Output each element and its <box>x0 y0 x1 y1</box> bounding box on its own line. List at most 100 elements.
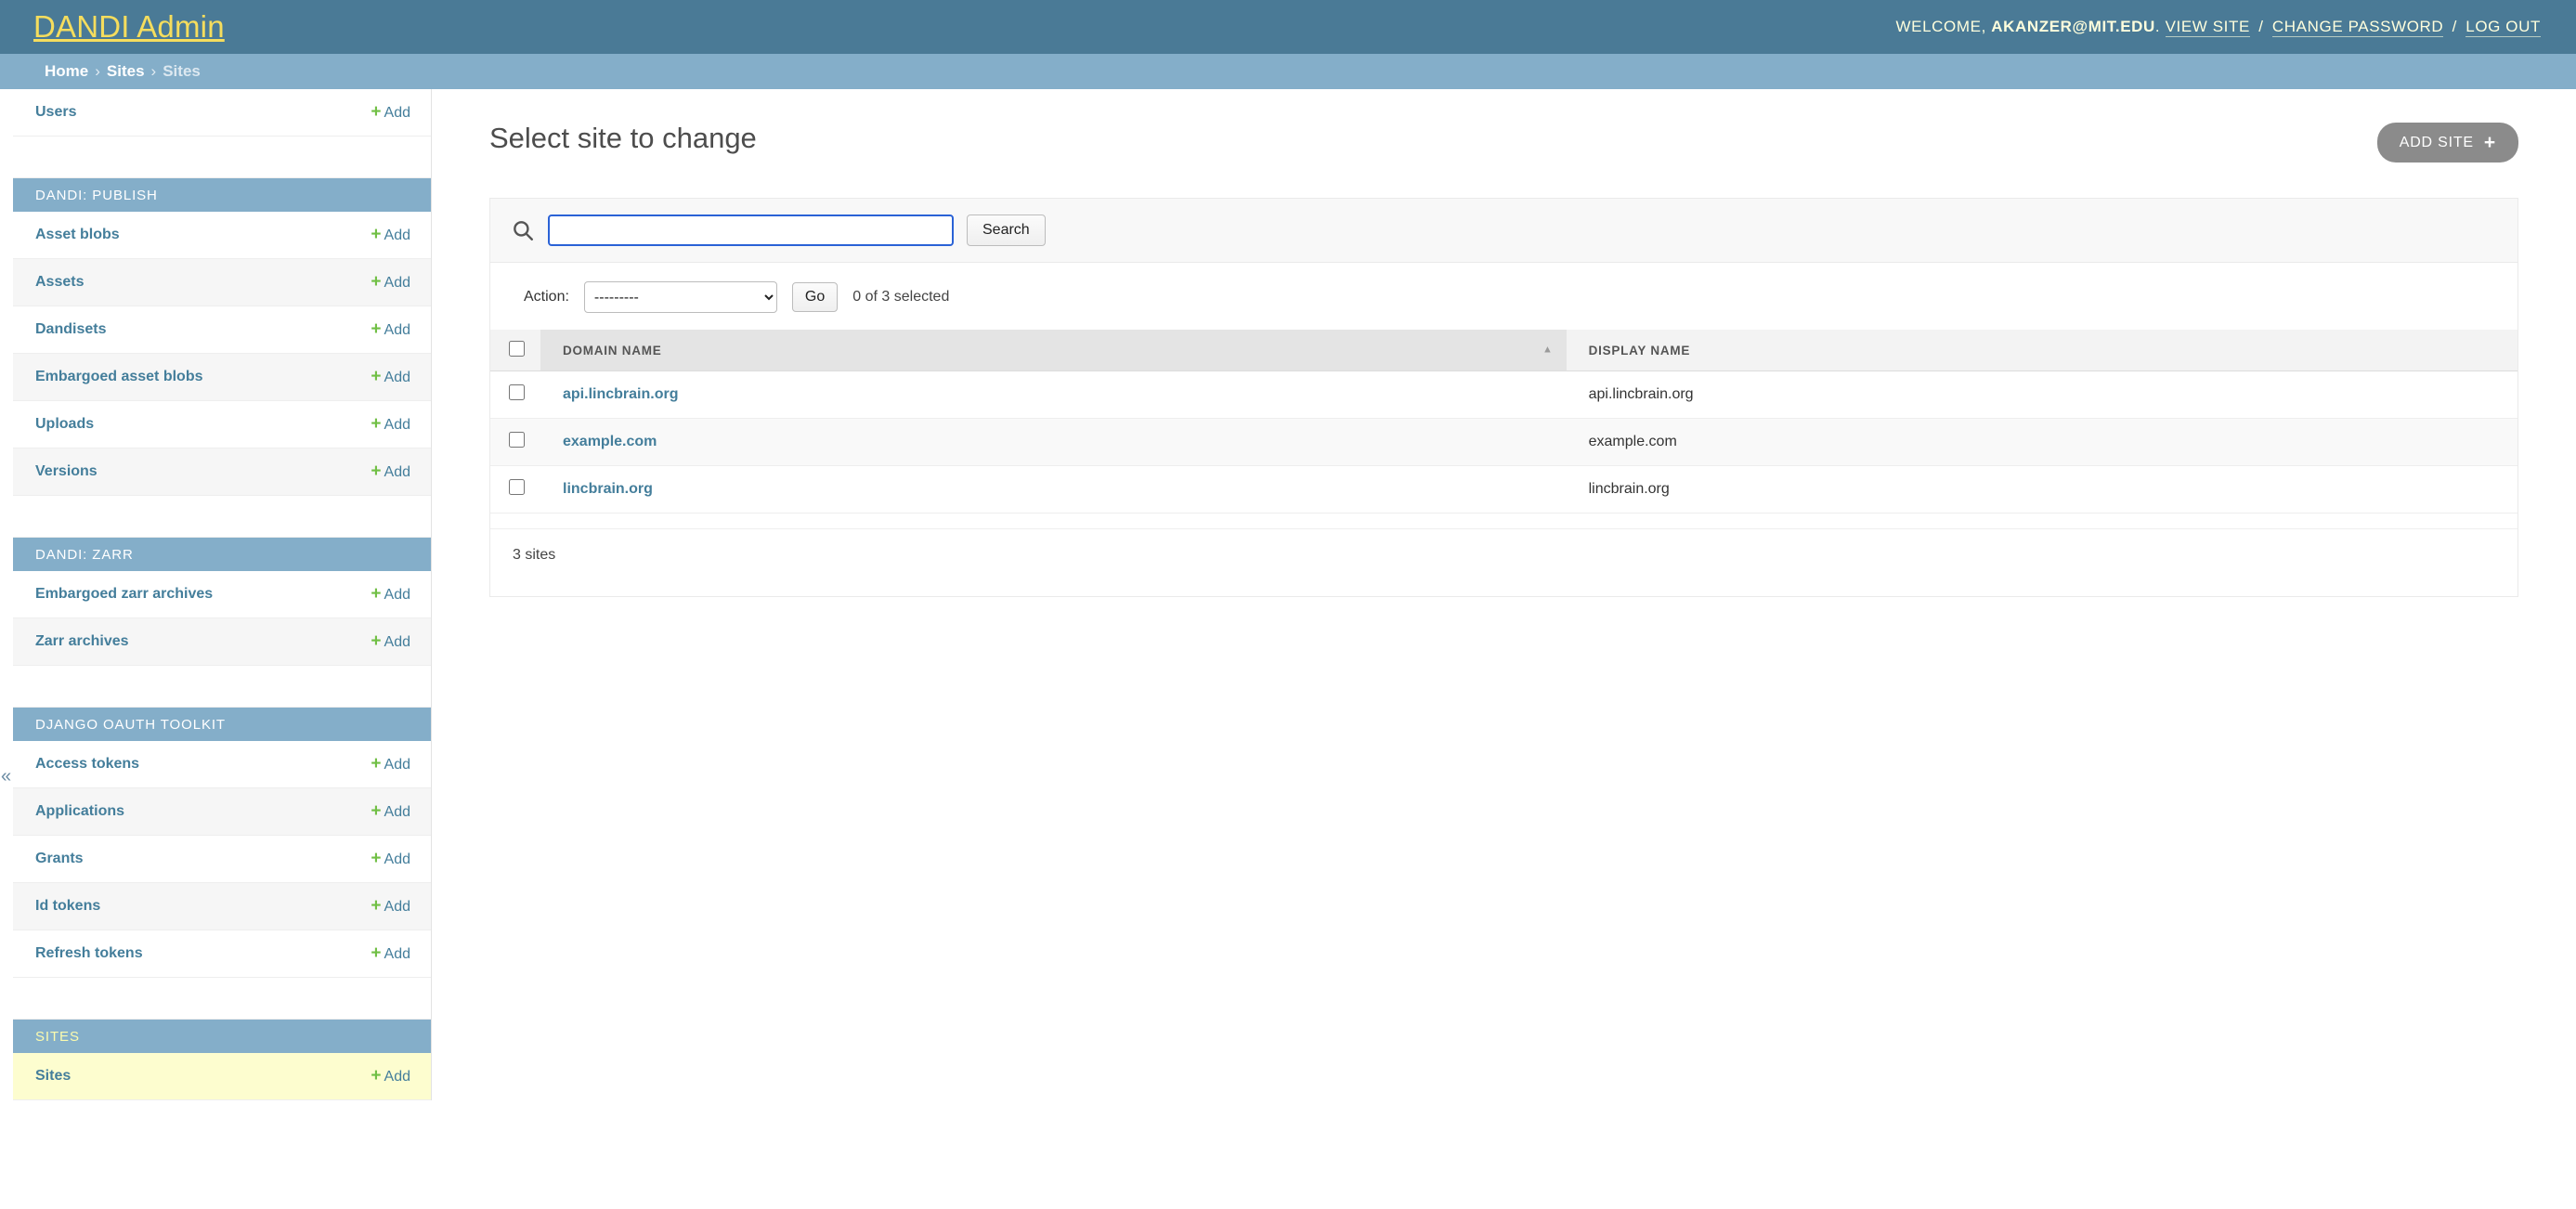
sidebar-collapse-toggle-icon[interactable]: « <box>1 767 11 786</box>
sidebar-item-label[interactable]: Asset blobs <box>35 227 120 243</box>
sidebar-item-zarr-archives[interactable]: Zarr archives + Add <box>13 618 431 666</box>
sidebar-add-link-grants[interactable]: + Add <box>371 849 410 869</box>
log-out-link[interactable]: LOG OUT <box>2465 18 2541 37</box>
sidebar-add-label: Add <box>384 804 410 820</box>
sidebar-item-label[interactable]: Uploads <box>35 416 94 433</box>
sidebar-item-label[interactable]: Access tokens <box>35 756 139 773</box>
column-header-display-name-label: DISPLAY NAME <box>1588 343 1691 358</box>
sidebar-item-label[interactable]: Users <box>35 104 76 121</box>
sidebar-add-link-id-tokens[interactable]: + Add <box>371 896 410 916</box>
sidebar-item-users[interactable]: Users + Add <box>13 89 431 136</box>
sidebar-add-label: Add <box>384 634 410 650</box>
user-tools-separator-2: / <box>2452 18 2457 35</box>
search-submit-button[interactable]: Search <box>967 214 1046 246</box>
sidebar-item-label[interactable]: Embargoed asset blobs <box>35 369 203 385</box>
sidebar-add-link-access-tokens[interactable]: + Add <box>371 754 410 774</box>
column-header-domain-name[interactable]: DOMAIN NAME ▲ <box>540 330 1567 371</box>
sidebar-item-label[interactable]: Grants <box>35 851 84 867</box>
plus-icon: + <box>371 367 382 386</box>
sidebar-item-label[interactable]: Zarr archives <box>35 633 129 650</box>
action-select[interactable]: ---------Delete selected sites <box>583 281 777 313</box>
sidebar-app-header-dandi-zarr[interactable]: DANDI: ZARR <box>13 538 431 571</box>
sidebar-item-label[interactable]: Id tokens <box>35 898 100 915</box>
sidebar-item-label[interactable]: Refresh tokens <box>35 945 143 962</box>
sidebar-item-label[interactable]: Sites <box>35 1068 71 1085</box>
sidebar-add-link-sites[interactable]: + Add <box>371 1066 410 1086</box>
sidebar-add-link-refresh-tokens[interactable]: + Add <box>371 943 410 964</box>
site-branding-title[interactable]: DANDI Admin <box>33 9 225 45</box>
view-site-link[interactable]: VIEW SITE <box>2165 18 2250 37</box>
sidebar-app-header-sites[interactable]: SITES <box>13 1020 431 1053</box>
sidebar-add-link-versions[interactable]: + Add <box>371 462 410 482</box>
row-select-checkbox[interactable] <box>509 479 525 495</box>
column-header-display-name[interactable]: DISPLAY NAME <box>1566 330 2517 371</box>
sidebar-item-label[interactable]: Versions <box>35 463 98 480</box>
sidebar-item-grants[interactable]: Grants + Add <box>13 836 431 883</box>
row-select-checkbox[interactable] <box>509 384 525 400</box>
plus-icon: + <box>371 414 382 434</box>
sidebar-item-label[interactable]: Applications <box>35 803 124 820</box>
actions-bar: Action: ---------Delete selected sites G… <box>490 263 2517 330</box>
search-toolbar: Search <box>490 198 2517 263</box>
sidebar-item-versions[interactable]: Versions + Add <box>13 448 431 496</box>
action-go-button[interactable]: Go <box>791 282 839 312</box>
sidebar-item-dandisets[interactable]: Dandisets + Add <box>13 306 431 354</box>
current-username: AKANZER@MIT.EDU <box>1991 18 2155 35</box>
sidebar-item-id-tokens[interactable]: Id tokens + Add <box>13 883 431 930</box>
sidebar-item-embargoed-asset-blobs[interactable]: Embargoed asset blobs + Add <box>13 354 431 401</box>
breadcrumb-current: Sites <box>163 62 201 80</box>
sidebar-item-asset-blobs[interactable]: Asset blobs + Add <box>13 212 431 259</box>
add-site-button[interactable]: ADD SITE + <box>2376 123 2518 162</box>
sidebar-item-label[interactable]: Assets <box>35 274 84 291</box>
breadcrumb-arrow-2: › <box>150 62 157 80</box>
sidebar-item-label[interactable]: Dandisets <box>35 321 106 338</box>
plus-icon: + <box>371 754 382 774</box>
sidebar-item-access-tokens[interactable]: Access tokens + Add <box>13 741 431 788</box>
sidebar-item-uploads[interactable]: Uploads + Add <box>13 401 431 448</box>
cell-domain-name: lincbrain.org <box>540 465 1567 514</box>
site-link[interactable]: example.com <box>563 434 657 449</box>
row-select-cell <box>490 418 540 466</box>
site-link[interactable]: api.lincbrain.org <box>563 386 678 402</box>
sidebar-add-link-zarr-archives[interactable]: + Add <box>371 631 410 652</box>
sidebar-add-label: Add <box>384 464 410 480</box>
row-select-checkbox[interactable] <box>509 432 525 448</box>
sidebar-item-refresh-tokens[interactable]: Refresh tokens + Add <box>13 930 431 978</box>
sidebar-add-link-embargoed-asset-blobs[interactable]: + Add <box>371 367 410 387</box>
sidebar-app-header-django-oauth-toolkit[interactable]: DJANGO OAUTH TOOLKIT <box>13 708 431 741</box>
cell-display-name: api.lincbrain.org <box>1566 370 2517 419</box>
sidebar-add-link-applications[interactable]: + Add <box>371 801 410 822</box>
sidebar-add-label: Add <box>384 899 410 915</box>
sidebar-add-link-users[interactable]: + Add <box>371 102 410 123</box>
sidebar-nav: Users + Add DANDI: PUBLISH Asset blobs + Add As… <box>13 89 432 1100</box>
sidebar-add-label: Add <box>384 852 410 867</box>
change-password-link[interactable]: CHANGE PASSWORD <box>2271 18 2444 37</box>
sidebar-item-sites[interactable]: Sites + Add <box>13 1053 431 1100</box>
table-row: api.lincbrain.org api.lincbrain.org <box>490 370 2517 419</box>
breadcrumb-app-sites[interactable]: Sites <box>107 62 145 81</box>
action-counter: 0 of 3 selected <box>852 289 950 305</box>
table-header-row: DOMAIN NAME ▲ DISPLAY NAME <box>490 330 2517 371</box>
sidebar-app-header-dandi-publish[interactable]: DANDI: PUBLISH <box>13 178 431 212</box>
select-all-checkbox[interactable] <box>509 341 525 357</box>
sidebar-add-link-uploads[interactable]: + Add <box>371 414 410 435</box>
sidebar-add-link-asset-blobs[interactable]: + Add <box>371 225 410 245</box>
sidebar-item-assets[interactable]: Assets + Add <box>13 259 431 306</box>
sidebar-add-link-assets[interactable]: + Add <box>371 272 410 292</box>
plus-icon: + <box>2483 132 2496 153</box>
breadcrumb-home[interactable]: Home <box>45 62 88 81</box>
sidebar-item-embargoed-zarr-archives[interactable]: Embargoed zarr archives + Add <box>13 571 431 618</box>
search-input[interactable] <box>548 214 954 246</box>
sidebar-add-label: Add <box>384 228 410 243</box>
add-site-button-label: ADD SITE <box>2399 134 2474 150</box>
sidebar-add-link-embargoed-zarr-archives[interactable]: + Add <box>371 584 410 604</box>
main-content: Select site to change ADD SITE + Search … <box>432 89 2576 597</box>
sidebar-add-label: Add <box>384 757 410 773</box>
breadcrumb: Home › Sites › Sites <box>0 54 2576 89</box>
sidebar-item-label[interactable]: Embargoed zarr archives <box>35 586 213 603</box>
site-link[interactable]: lincbrain.org <box>563 481 653 497</box>
sidebar-item-applications[interactable]: Applications + Add <box>13 788 431 836</box>
cell-domain-name: api.lincbrain.org <box>540 370 1567 419</box>
sidebar-add-link-dandisets[interactable]: + Add <box>371 319 410 340</box>
sidebar-add-label: Add <box>384 1069 410 1085</box>
